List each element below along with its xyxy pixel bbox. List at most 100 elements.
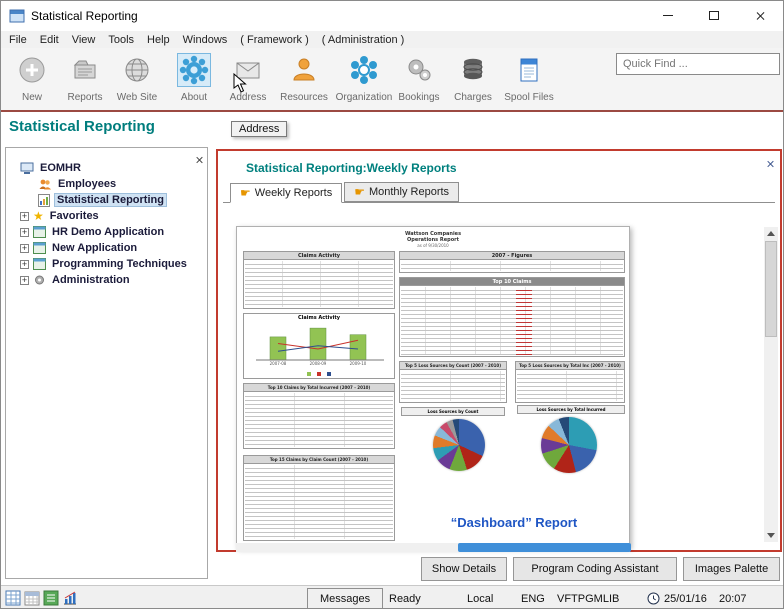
maximize-button[interactable] bbox=[691, 1, 737, 30]
report-chart-icon bbox=[38, 194, 50, 207]
menu-edit[interactable]: Edit bbox=[40, 34, 59, 46]
legend-line2 bbox=[327, 372, 331, 376]
star-icon: ★ bbox=[33, 210, 44, 222]
toolbar: New Reports Web Site About Address bbox=[1, 48, 783, 112]
pointing-hand-icon: ☛ bbox=[240, 188, 251, 198]
toolbar-button-address[interactable]: Address bbox=[223, 53, 273, 103]
tooltip-address: Address bbox=[231, 121, 287, 137]
toolbar-button-new[interactable]: New bbox=[9, 53, 55, 103]
messages-tab[interactable]: Messages bbox=[307, 588, 383, 609]
horizontal-scrollbar[interactable] bbox=[236, 543, 630, 552]
horizontal-scrollbar-thumb[interactable] bbox=[458, 543, 631, 552]
grid-icon[interactable] bbox=[5, 590, 21, 609]
status-bar: Messages Ready Local ENG VFTPGMLIB 25/01… bbox=[1, 585, 783, 609]
toolbar-button-organization[interactable]: Organization bbox=[335, 53, 393, 103]
toolbar-button-charges[interactable]: Charges bbox=[449, 53, 497, 103]
menu-file[interactable]: File bbox=[9, 34, 27, 46]
report-header: Wattson Companies Operations Report as o… bbox=[237, 231, 629, 248]
svg-text:2009-10: 2009-10 bbox=[350, 361, 367, 366]
organization-gear-icon bbox=[347, 53, 381, 87]
expander-icon[interactable]: + bbox=[20, 228, 29, 237]
application-icon bbox=[33, 258, 46, 270]
menu-bar: File Edit View Tools Help Windows ( Fram… bbox=[1, 31, 783, 48]
pointing-hand-icon: ☛ bbox=[354, 187, 365, 197]
panel-title: Statistical Reporting:Weekly Reports bbox=[246, 161, 457, 175]
spreadsheet-green-icon[interactable] bbox=[43, 590, 59, 609]
toolbar-button-spoolfiles[interactable]: Spool Files bbox=[501, 53, 557, 103]
calendar-icon[interactable] bbox=[24, 590, 40, 609]
admin-gear-icon bbox=[33, 274, 46, 286]
about-gear-icon bbox=[177, 53, 211, 87]
top10-incurred-table: Top 10 Claims by Total Incurred (2007 - … bbox=[243, 383, 395, 449]
chart-blue-icon[interactable] bbox=[62, 590, 78, 609]
page-title: Statistical Reporting bbox=[9, 118, 155, 135]
table-body-stripes bbox=[245, 465, 393, 539]
employees-icon bbox=[38, 178, 52, 191]
panel-close-button[interactable] bbox=[766, 155, 774, 173]
menu-help[interactable]: Help bbox=[147, 34, 170, 46]
images-palette-button[interactable]: Images Palette bbox=[683, 557, 780, 581]
application-window: Statistical Reporting File Edit View Too… bbox=[0, 0, 784, 609]
tree-item-hr-demo-application[interactable]: + HR Demo Application bbox=[6, 224, 207, 240]
status-time: 20:07 bbox=[719, 586, 747, 609]
menu-view[interactable]: View bbox=[72, 34, 96, 46]
reports-icon bbox=[68, 53, 102, 87]
expander-icon[interactable]: + bbox=[20, 244, 29, 253]
tree: EOMHR Employees Statistical Reporting + … bbox=[6, 160, 207, 288]
clock-icon bbox=[647, 592, 660, 608]
toolbar-button-resources[interactable]: Resources bbox=[277, 53, 331, 103]
tree-item-favorites[interactable]: + ★ Favorites bbox=[6, 208, 207, 224]
expander-icon[interactable]: + bbox=[20, 260, 29, 269]
report-preview-page: Wattson Companies Operations Report as o… bbox=[236, 226, 630, 548]
svg-text:2007-08: 2007-08 bbox=[270, 361, 287, 366]
show-details-button[interactable]: Show Details bbox=[421, 557, 507, 581]
toolbar-button-reports[interactable]: Reports bbox=[59, 53, 111, 103]
tab-monthly-reports[interactable]: ☛ Monthly Reports bbox=[344, 182, 459, 202]
quick-find-input[interactable] bbox=[616, 53, 780, 75]
vertical-scrollbar-thumb[interactable] bbox=[765, 241, 777, 337]
person-icon bbox=[287, 53, 321, 87]
expander-icon[interactable]: + bbox=[20, 276, 29, 285]
triangle-down-icon bbox=[767, 533, 775, 538]
table-body-stripes bbox=[401, 371, 505, 401]
tab-strip: ☛ Weekly Reports ☛ Monthly Reports bbox=[230, 182, 461, 202]
menu-framework[interactable]: ( Framework ) bbox=[240, 34, 308, 46]
menu-tools[interactable]: Tools bbox=[108, 34, 134, 46]
loss-sources-count-table: Top 5 Loss Sources by Count (2007 - 2010… bbox=[399, 361, 507, 403]
status-date: 25/01/16 bbox=[664, 586, 707, 609]
tree-item-employees[interactable]: Employees bbox=[6, 176, 207, 192]
toolbar-button-bookings[interactable]: Bookings bbox=[395, 53, 443, 103]
scroll-down-button[interactable] bbox=[764, 529, 778, 542]
table-body-stripes bbox=[401, 287, 623, 355]
tree-item-statistical-reporting[interactable]: Statistical Reporting bbox=[6, 192, 207, 208]
toolbar-button-website[interactable]: Web Site bbox=[113, 53, 161, 103]
menu-windows[interactable]: Windows bbox=[183, 34, 228, 46]
tab-label: Weekly Reports bbox=[255, 187, 332, 199]
close-button[interactable] bbox=[737, 1, 783, 30]
tree-item-eomhr[interactable]: EOMHR bbox=[6, 160, 207, 176]
tree-item-new-application[interactable]: + New Application bbox=[6, 240, 207, 256]
vertical-scrollbar[interactable] bbox=[764, 227, 778, 542]
menu-administration[interactable]: ( Administration ) bbox=[322, 34, 405, 46]
report-panel: Statistical Reporting:Weekly Reports ☛ W… bbox=[216, 149, 782, 552]
pie-incurred-title: Loss Sources by Total Incurred bbox=[517, 405, 625, 414]
legend-bar bbox=[307, 372, 311, 376]
scroll-up-button[interactable] bbox=[764, 227, 778, 240]
pie-count-title: Loss Sources by Count bbox=[401, 407, 505, 416]
expander-icon[interactable]: + bbox=[20, 212, 29, 221]
table-body-stripes bbox=[245, 261, 393, 307]
figures-table: 2007 - Figures bbox=[399, 251, 625, 273]
program-coding-assistant-button[interactable]: Program Coding Assistant bbox=[513, 557, 677, 581]
minimize-button[interactable] bbox=[645, 1, 691, 30]
toolbar-button-about[interactable]: About bbox=[171, 53, 217, 103]
status-ready: Ready bbox=[389, 586, 421, 609]
table-body-stripes bbox=[401, 261, 623, 271]
legend-line1 bbox=[317, 372, 321, 376]
database-icon bbox=[456, 53, 490, 87]
gears-icon bbox=[402, 53, 436, 87]
tree-item-administration[interactable]: + Administration bbox=[6, 272, 207, 288]
tab-weekly-reports[interactable]: ☛ Weekly Reports bbox=[230, 183, 342, 203]
status-language: ENG bbox=[521, 586, 545, 609]
globe-icon bbox=[120, 53, 154, 87]
tree-item-programming-techniques[interactable]: + Programming Techniques bbox=[6, 256, 207, 272]
